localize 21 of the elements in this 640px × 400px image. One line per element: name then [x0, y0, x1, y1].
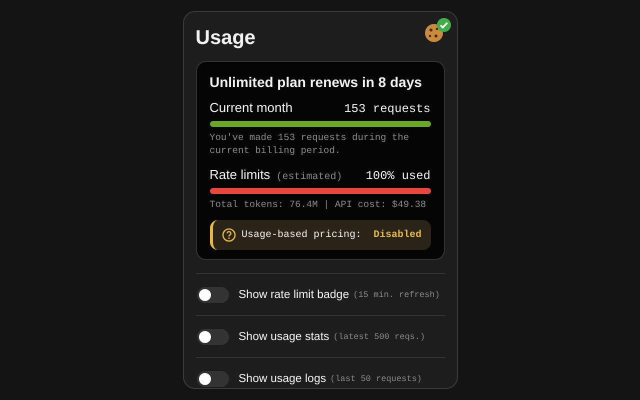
meter-note: Total tokens: 76.4M | API cost: $49.38	[210, 198, 428, 211]
meter-label: Current month	[210, 100, 293, 115]
meter-reading: 153 requests	[344, 102, 430, 116]
toggle-switch[interactable]	[196, 328, 228, 344]
pricing-status: Disabled	[373, 230, 422, 240]
pricing-label: Usage-based pricing:	[242, 230, 363, 240]
toggle-hint: (15 min. refresh)	[353, 290, 440, 300]
meter-note: You've made 153 requests during the current billing period.	[210, 131, 410, 157]
meter-label: Rate limits	[210, 167, 270, 182]
toggle-switch[interactable]	[196, 370, 228, 386]
toggle-switch[interactable]	[196, 286, 228, 302]
panel-title: Usage	[196, 27, 256, 50]
toggle-label: Show rate limit badge	[238, 288, 350, 300]
toggle-label: Show usage stats	[238, 330, 330, 342]
meter-qualifier: (estimated)	[276, 172, 342, 183]
toggle-hint: (last 50 requests)	[330, 374, 422, 384]
toggle-hint: (latest 500 reqs.)	[333, 332, 426, 342]
plan-heading: Unlimited plan renews in 8 days	[210, 74, 423, 90]
help-icon	[222, 228, 236, 242]
toggle-label: Show usage logs	[238, 372, 326, 384]
meter-reading: 100% used	[366, 169, 430, 183]
